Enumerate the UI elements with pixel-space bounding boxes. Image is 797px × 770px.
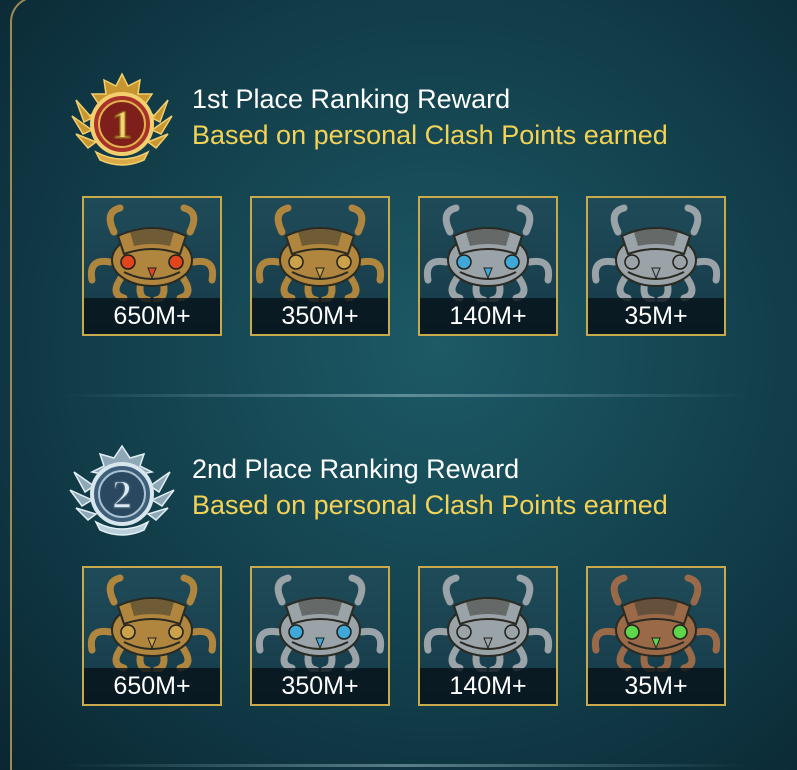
reward-chest-card[interactable]: 650M+ [82,196,222,336]
octopus-chest-icon [591,204,721,302]
section-title: 1st Place Ranking Reward [192,84,511,114]
octopus-chest-icon [87,204,217,302]
reward-threshold-label: 350M+ [252,668,388,704]
reward-chest-card[interactable]: 650M+ [82,566,222,706]
reward-chest-card[interactable]: 350M+ [250,566,390,706]
ranking-rewards-panel: 1 1st Place Ranking Reward Based on pers… [0,0,797,770]
reward-list: 650M+ 350M+ 140M+ 35M+ [82,566,732,708]
octopus-chest-icon [255,574,385,672]
octopus-chest-icon [423,204,553,302]
reward-threshold-label: 35M+ [588,298,724,334]
section-subtitle: Based on personal Clash Points earned [192,490,668,520]
reward-threshold-label: 35M+ [588,668,724,704]
reward-threshold-label: 650M+ [84,298,220,334]
section-divider [60,764,750,767]
reward-chest-card[interactable]: 140M+ [418,196,558,336]
reward-threshold-label: 350M+ [252,298,388,334]
reward-chest-card[interactable]: 350M+ [250,196,390,336]
reward-threshold-label: 650M+ [84,668,220,704]
octopus-chest-icon [591,574,721,672]
octopus-chest-icon [255,204,385,302]
reward-chest-card[interactable]: 35M+ [586,566,726,706]
medal-numeral: 2 [112,472,132,517]
section-title: 2nd Place Ranking Reward [192,454,520,484]
reward-chest-card[interactable]: 140M+ [418,566,558,706]
octopus-chest-icon [423,574,553,672]
gold-rank-1-medal-icon: 1 [71,72,173,166]
medal-numeral: 1 [112,102,132,147]
section-divider [60,394,750,397]
octopus-chest-icon [87,574,217,672]
reward-chest-card[interactable]: 35M+ [586,196,726,336]
section-subtitle: Based on personal Clash Points earned [192,120,668,150]
reward-list: 650M+ 350M+ 140M+ 35M+ [82,196,732,338]
reward-threshold-label: 140M+ [420,668,556,704]
reward-threshold-label: 140M+ [420,298,556,334]
silver-rank-2-medal-icon: 2 [69,444,175,536]
